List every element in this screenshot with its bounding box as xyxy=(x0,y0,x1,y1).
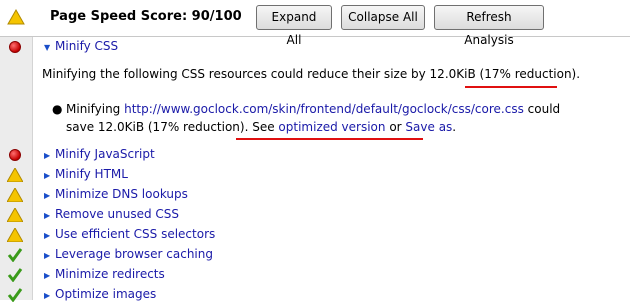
collapse-all-button[interactable]: Collapse All xyxy=(341,5,425,30)
rule-detail-item: ● Minifying http://www.goclock.com/skin/… xyxy=(52,100,586,136)
collapsed-triangle-icon[interactable]: ▶ xyxy=(44,211,50,220)
refresh-analysis-button[interactable]: Refresh Analysis xyxy=(434,5,544,47)
rule-item[interactable]: ▶ Optimize images xyxy=(0,285,630,305)
rule-label[interactable]: Optimize images xyxy=(55,287,156,301)
rule-item[interactable]: ▶ Minimize DNS lookups xyxy=(0,185,630,205)
collapsed-triangle-icon[interactable]: ▶ xyxy=(44,271,50,280)
page-speed-header: Page Speed Score: 90/100 Expand All Coll… xyxy=(0,0,630,47)
rule-label[interactable]: Minimize redirects xyxy=(55,267,165,281)
css-resource-link[interactable]: http://www.goclock.com/skin/frontend/def… xyxy=(124,102,524,116)
expanded-triangle-icon[interactable]: ▼ xyxy=(44,43,50,52)
rule-item[interactable]: ▶ Leverage browser caching xyxy=(0,245,630,265)
detail-or: or xyxy=(385,120,406,134)
rule-item[interactable]: ▶ Remove unused CSS xyxy=(0,205,630,225)
annotation-underline xyxy=(465,86,557,88)
rule-label[interactable]: Use efficient CSS selectors xyxy=(55,227,215,241)
detail-prefix: Minifying xyxy=(66,102,125,116)
rule-label[interactable]: Minify HTML xyxy=(55,167,128,181)
summary-reduction: (17% reduction) xyxy=(479,67,577,81)
optimized-version-link[interactable]: optimized version xyxy=(278,120,385,134)
rule-label[interactable]: Minimize DNS lookups xyxy=(55,187,188,201)
check-icon xyxy=(7,268,23,282)
rule-label[interactable]: Leverage browser caching xyxy=(55,247,213,261)
collapsed-triangle-icon[interactable]: ▶ xyxy=(44,251,50,260)
expand-all-button[interactable]: Expand All xyxy=(256,5,332,47)
check-icon xyxy=(7,248,23,262)
stop-icon xyxy=(7,40,23,54)
rule-item[interactable]: ▶ Minimize redirects xyxy=(0,265,630,285)
warning-icon xyxy=(7,9,25,25)
rule-item[interactable]: ▶ Use efficient CSS selectors xyxy=(0,225,630,245)
warning-icon xyxy=(7,168,23,182)
collapsed-triangle-icon[interactable]: ▶ xyxy=(44,191,50,200)
detail-period: . xyxy=(452,120,457,134)
summary-period: . xyxy=(576,67,581,81)
save-as-link[interactable]: Save as xyxy=(405,120,452,134)
rule-minify-css[interactable]: ▼ Minify CSS xyxy=(0,37,630,57)
summary-text: Minifying the following CSS resources co… xyxy=(42,67,480,81)
bullet-icon: ● xyxy=(52,102,63,116)
collapsed-triangle-icon[interactable]: ▶ xyxy=(44,291,50,300)
collapsed-triangle-icon[interactable]: ▶ xyxy=(44,151,50,160)
rule-label[interactable]: Minify JavaScript xyxy=(55,147,155,161)
stop-icon xyxy=(7,148,23,162)
warning-icon xyxy=(7,208,23,222)
rule-summary: Minifying the following CSS resources co… xyxy=(42,67,622,81)
rule-label[interactable]: Minify CSS xyxy=(55,39,118,53)
rule-label[interactable]: Remove unused CSS xyxy=(55,207,179,221)
page-speed-score: Page Speed Score: 90/100 xyxy=(50,9,242,24)
collapsed-triangle-icon[interactable]: ▶ xyxy=(44,171,50,180)
warning-icon xyxy=(7,188,23,202)
collapsed-triangle-icon[interactable]: ▶ xyxy=(44,231,50,240)
annotation-underline xyxy=(236,138,423,140)
warning-icon xyxy=(7,228,23,242)
rule-item[interactable]: ▶ Minify JavaScript xyxy=(0,145,630,165)
rule-item[interactable]: ▶ Minify HTML xyxy=(0,165,630,185)
